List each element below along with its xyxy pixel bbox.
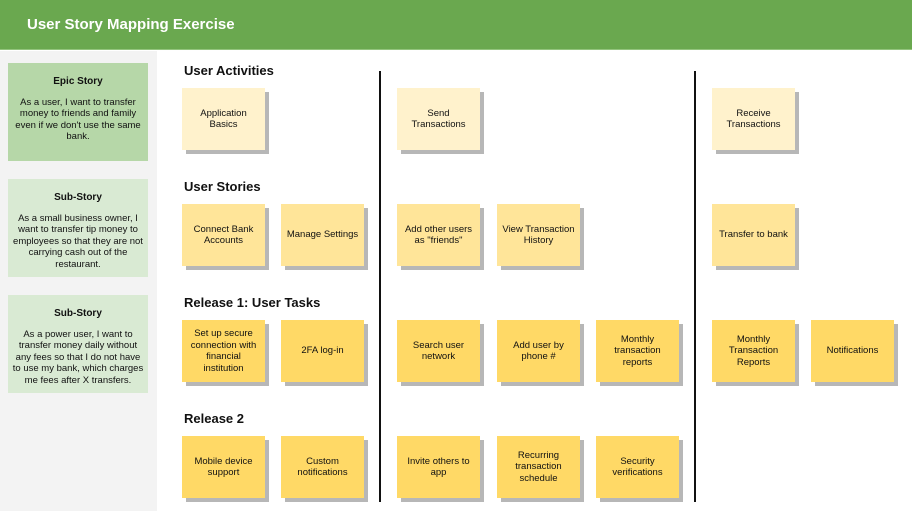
sticky-note-task[interactable]: Set up secure connection with financial … bbox=[182, 320, 265, 382]
sticky-note-activity[interactable]: Send Transactions bbox=[397, 88, 480, 150]
sticky-note-task[interactable]: Custom notifications bbox=[281, 436, 364, 498]
row-label-user-activities: User Activities bbox=[184, 63, 274, 78]
epic-story-card[interactable]: Epic Story As a user, I want to transfer… bbox=[8, 63, 148, 161]
story-card-body: As a power user, I want to transfer mone… bbox=[12, 328, 144, 386]
sub-story-card[interactable]: Sub-Story As a small business owner, I w… bbox=[8, 179, 148, 277]
header-bar: User Story Mapping Exercise bbox=[0, 0, 912, 50]
sticky-note-task[interactable]: Add user by phone # bbox=[497, 320, 580, 382]
sticky-note-task[interactable]: Notifications bbox=[811, 320, 894, 382]
sticky-note-task[interactable]: Security verifications bbox=[596, 436, 679, 498]
row-label-release-2: Release 2 bbox=[184, 411, 244, 426]
story-card-title: Sub-Story bbox=[54, 192, 102, 203]
sub-story-card[interactable]: Sub-Story As a power user, I want to tra… bbox=[8, 295, 148, 393]
row-label-user-stories: User Stories bbox=[184, 179, 261, 194]
sticky-note-task[interactable]: Monthly transaction reports bbox=[596, 320, 679, 382]
story-card-body: As a user, I want to transfer money to f… bbox=[15, 96, 141, 143]
page-title: User Story Mapping Exercise bbox=[27, 16, 235, 33]
sticky-note-task[interactable]: Invite others to app bbox=[397, 436, 480, 498]
sticky-note-story[interactable]: Transfer to bank bbox=[712, 204, 795, 266]
story-card-title: Epic Story bbox=[53, 76, 103, 87]
column-divider bbox=[694, 71, 696, 502]
row-label-release-1: Release 1: User Tasks bbox=[184, 295, 321, 310]
story-sidebar: Epic Story As a user, I want to transfer… bbox=[0, 51, 157, 511]
column-divider bbox=[379, 71, 381, 502]
sticky-note-story[interactable]: Connect Bank Accounts bbox=[182, 204, 265, 266]
sticky-note-task[interactable]: Recurring transaction schedule bbox=[497, 436, 580, 498]
sticky-note-activity[interactable]: Receive Transactions bbox=[712, 88, 795, 150]
sticky-note-task[interactable]: Monthly Transaction Reports bbox=[712, 320, 795, 382]
sticky-note-story[interactable]: View Transaction History bbox=[497, 204, 580, 266]
sticky-note-story[interactable]: Manage Settings bbox=[281, 204, 364, 266]
sticky-note-story[interactable]: Add other users as "friends" bbox=[397, 204, 480, 266]
sticky-note-activity[interactable]: Application Basics bbox=[182, 88, 265, 150]
sticky-note-task[interactable]: 2FA log-in bbox=[281, 320, 364, 382]
sticky-note-task[interactable]: Mobile device support bbox=[182, 436, 265, 498]
sticky-note-task[interactable]: Search user network bbox=[397, 320, 480, 382]
story-card-body: As a small business owner, I want to tra… bbox=[13, 212, 143, 270]
story-card-title: Sub-Story bbox=[54, 308, 102, 319]
